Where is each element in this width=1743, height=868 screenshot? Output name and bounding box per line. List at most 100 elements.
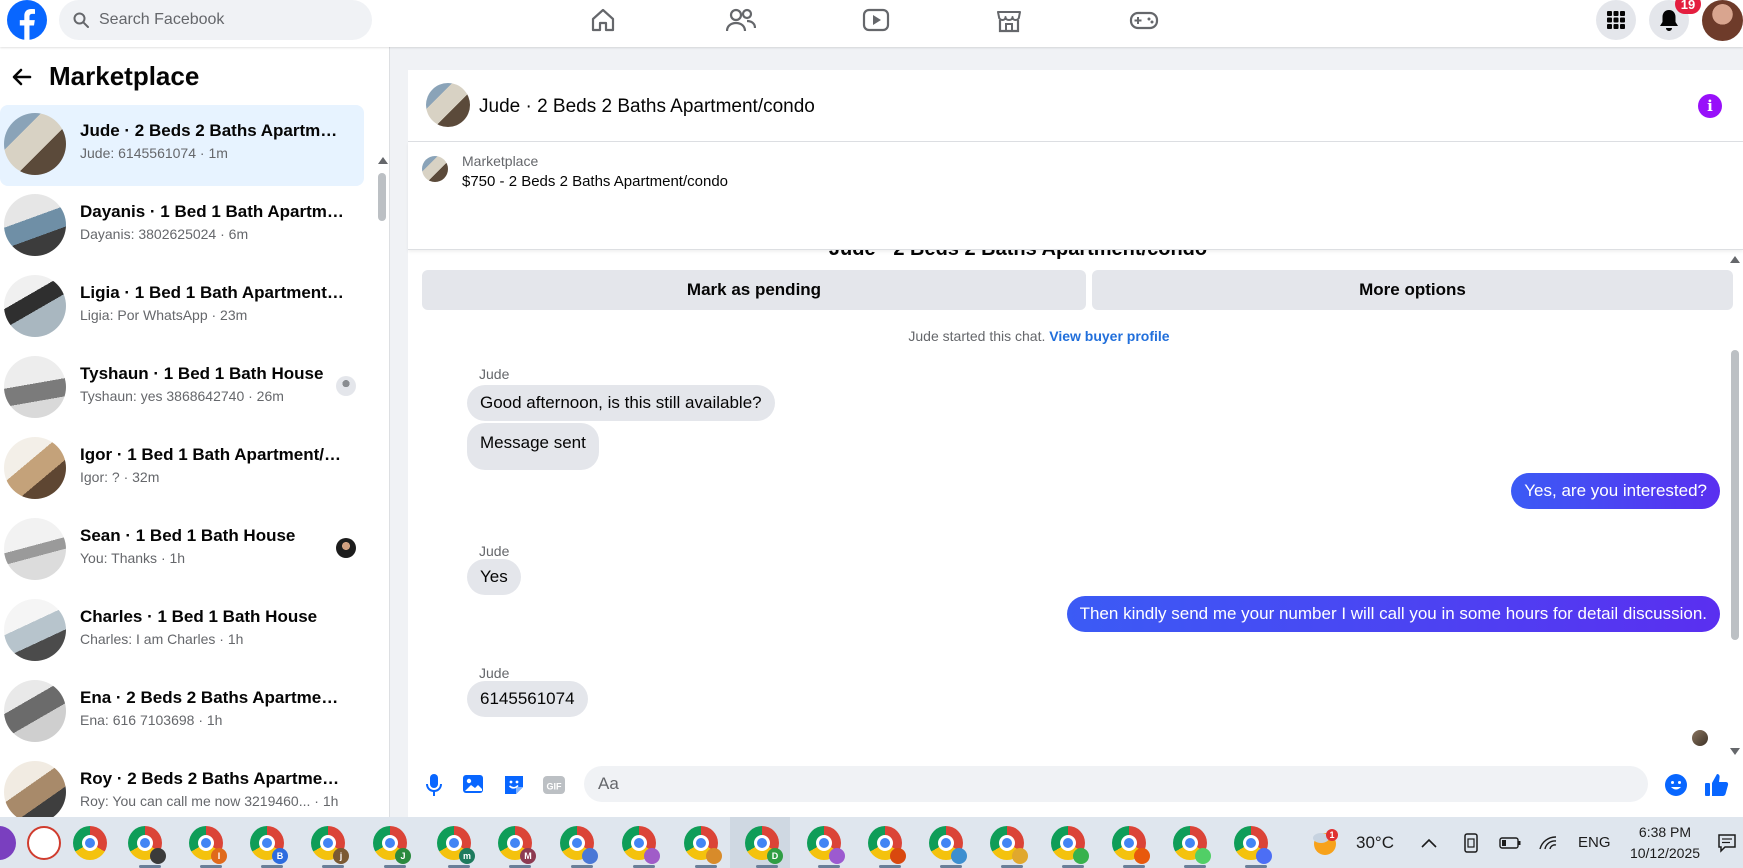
chrome-profile-icon[interactable] [807, 826, 845, 864]
microphone-icon[interactable] [421, 772, 447, 798]
listing-avatar[interactable] [426, 83, 470, 127]
photo-gallery-icon[interactable] [461, 772, 487, 798]
conversation-item-tyshaun[interactable]: Tyshaun · 1 Bed 1 Bath House Tyshaun: ye… [0, 348, 364, 429]
listing-source: Marketplace [462, 153, 539, 169]
scroll-up-arrow-icon[interactable] [378, 157, 388, 164]
sticker-icon[interactable] [501, 772, 527, 798]
chrome-profile-icon[interactable] [1173, 826, 1211, 864]
taskbar-app-icon[interactable] [0, 826, 16, 860]
conversation-item-roy[interactable]: Roy · 2 Beds 2 Baths Apartment/condo Roy… [0, 753, 364, 817]
back-arrow-icon[interactable] [10, 65, 34, 89]
svg-text:1: 1 [1329, 830, 1334, 840]
chat-title[interactable]: Jude · 2 Beds 2 Baths Apartment/condo [479, 96, 815, 118]
chat-panel: Jude · 2 Beds 2 Baths Apartment/condo i … [408, 70, 1743, 817]
conversation-title: Ena · 2 Beds 2 Baths Apartment/condo [80, 688, 345, 707]
conversation-item-dayanis[interactable]: Dayanis · 1 Bed 1 Bath Apartment/condo D… [0, 186, 364, 267]
menu-grid-icon[interactable] [1596, 0, 1636, 40]
listing-thumbnail [4, 113, 66, 175]
weather-sun-cloud-icon: 1 [1313, 828, 1338, 855]
message-composer: GIF [408, 760, 1743, 817]
view-buyer-profile-link[interactable]: View buyer profile [1049, 328, 1169, 344]
chrome-profile-icon[interactable] [128, 826, 166, 864]
chrome-profile-icon[interactable]: D [745, 826, 783, 864]
scroll-up-arrow-icon[interactable] [1730, 256, 1740, 263]
conversation-item-sean[interactable]: Sean · 1 Bed 1 Bath House You: Thanks · … [0, 510, 364, 591]
account-avatar[interactable] [1702, 0, 1743, 41]
gif-icon[interactable]: GIF [541, 772, 567, 798]
incoming-message[interactable]: Yes [467, 559, 521, 595]
chrome-profile-icon[interactable]: B [250, 826, 288, 864]
chrome-profile-icon[interactable]: M [498, 826, 536, 864]
watch-video-icon[interactable] [859, 3, 893, 37]
chrome-profile-icon[interactable]: j [311, 826, 349, 864]
clock-time: 6:38 PM [1638, 824, 1692, 840]
sidebar-scrollbar[interactable] [376, 105, 388, 817]
info-icon[interactable]: i [1698, 94, 1722, 118]
gaming-icon[interactable] [1127, 3, 1161, 37]
chrome-profile-icon[interactable]: J [373, 826, 411, 864]
chrome-profile-icon[interactable] [868, 826, 906, 864]
chrome-profile-icon[interactable] [990, 826, 1028, 864]
thread-listing-title: Jude · 2 Beds 2 Baths Apartment/condo [408, 250, 1628, 261]
svg-text:GIF: GIF [547, 782, 563, 792]
conversation-item-ena[interactable]: Ena · 2 Beds 2 Baths Apartment/condo Ena… [0, 672, 364, 753]
scrollbar-thumb[interactable] [378, 173, 386, 221]
wifi-icon[interactable] [1538, 817, 1558, 868]
input-language[interactable]: ENG [1578, 817, 1611, 868]
thumbs-up-like-icon[interactable] [1704, 772, 1730, 798]
sender-name: Jude [479, 665, 510, 681]
message-input[interactable] [584, 766, 1648, 802]
search-input[interactable]: Search Facebook [99, 11, 224, 29]
conversation-item-igor[interactable]: Igor · 1 Bed 1 Bath Apartment/condo Igor… [0, 429, 364, 510]
listing-thumbnail [4, 680, 66, 742]
show-hidden-icons-chevron-icon[interactable] [1421, 817, 1437, 868]
conversation-title: Roy · 2 Beds 2 Baths Apartment/condo [80, 769, 345, 788]
conversation-item-jude[interactable]: Jude · 2 Beds 2 Baths Apartment/condo Ju… [0, 105, 364, 186]
chrome-icon[interactable] [73, 826, 107, 860]
incoming-message[interactable]: Good afternoon, is this still available? [467, 385, 775, 421]
scrollbar-thumb[interactable] [1731, 350, 1739, 640]
conversation-snippet: Charles: I am Charles · 1h [80, 631, 244, 647]
emoji-icon[interactable] [1663, 772, 1689, 798]
facebook-logo-icon[interactable] [4, 0, 50, 40]
chrome-profile-icon[interactable] [1051, 826, 1089, 864]
search-bar[interactable]: Search Facebook [59, 0, 372, 40]
system-clock[interactable]: 6:38 PM 10/12/2025 [1610, 822, 1720, 864]
listing-thumbnail [4, 761, 66, 817]
chat-scrollbar[interactable] [1728, 250, 1742, 760]
chrome-profile-icon[interactable] [929, 826, 967, 864]
conversation-snippet: Ligia: Por WhatsApp · 23m [80, 307, 248, 323]
chrome-profile-icon[interactable] [1112, 826, 1150, 864]
incoming-message[interactable]: Message sent [467, 423, 599, 470]
snipping-tool-icon[interactable] [27, 826, 61, 860]
friends-icon[interactable] [724, 3, 758, 37]
marketplace-store-icon[interactable] [992, 3, 1026, 37]
conversation-snippet: Roy: You can call me now 3219460... · 1h [80, 793, 339, 809]
outgoing-message[interactable]: Yes, are you interested? [1511, 473, 1720, 509]
listing-thumbnail [4, 194, 66, 256]
incoming-message[interactable]: 6145561074 [467, 681, 588, 717]
chrome-profile-icon[interactable] [1234, 826, 1272, 864]
chrome-profile-icon[interactable] [684, 826, 722, 864]
notifications-count-badge: 19 [1675, 0, 1701, 14]
home-icon[interactable] [586, 3, 620, 37]
chrome-profile-icon[interactable]: I [189, 826, 227, 864]
clock-date: 10/12/2025 [1629, 845, 1701, 861]
chrome-profile-icon[interactable] [622, 826, 660, 864]
weather-widget[interactable]: 1 30°C [1310, 817, 1394, 868]
conversation-item-charles[interactable]: Charles · 1 Bed 1 Bath House Charles: I … [0, 591, 364, 672]
battery-icon[interactable] [1499, 817, 1521, 868]
outgoing-message[interactable]: Then kindly send me your number I will c… [1066, 596, 1720, 632]
scroll-down-arrow-icon[interactable] [1730, 748, 1740, 755]
listing-price-title[interactable]: $750 - 2 Beds 2 Baths Apartment/condo [462, 173, 728, 190]
chrome-profile-icon[interactable]: m [437, 826, 475, 864]
notification-center-icon[interactable] [1717, 817, 1737, 868]
chrome-profile-icon[interactable] [560, 826, 598, 864]
sender-name: Jude [479, 543, 510, 559]
listing-thumbnail [4, 518, 66, 580]
conversation-item-ligia[interactable]: Ligia · 1 Bed 1 Bath Apartment/condo Lig… [0, 267, 364, 348]
sidebar-header: Marketplace [0, 47, 389, 105]
listing-thumbnail [422, 156, 448, 182]
device-icon[interactable] [1463, 817, 1479, 868]
conversation-snippet: Jude: 6145561074 · 1m [80, 145, 228, 161]
